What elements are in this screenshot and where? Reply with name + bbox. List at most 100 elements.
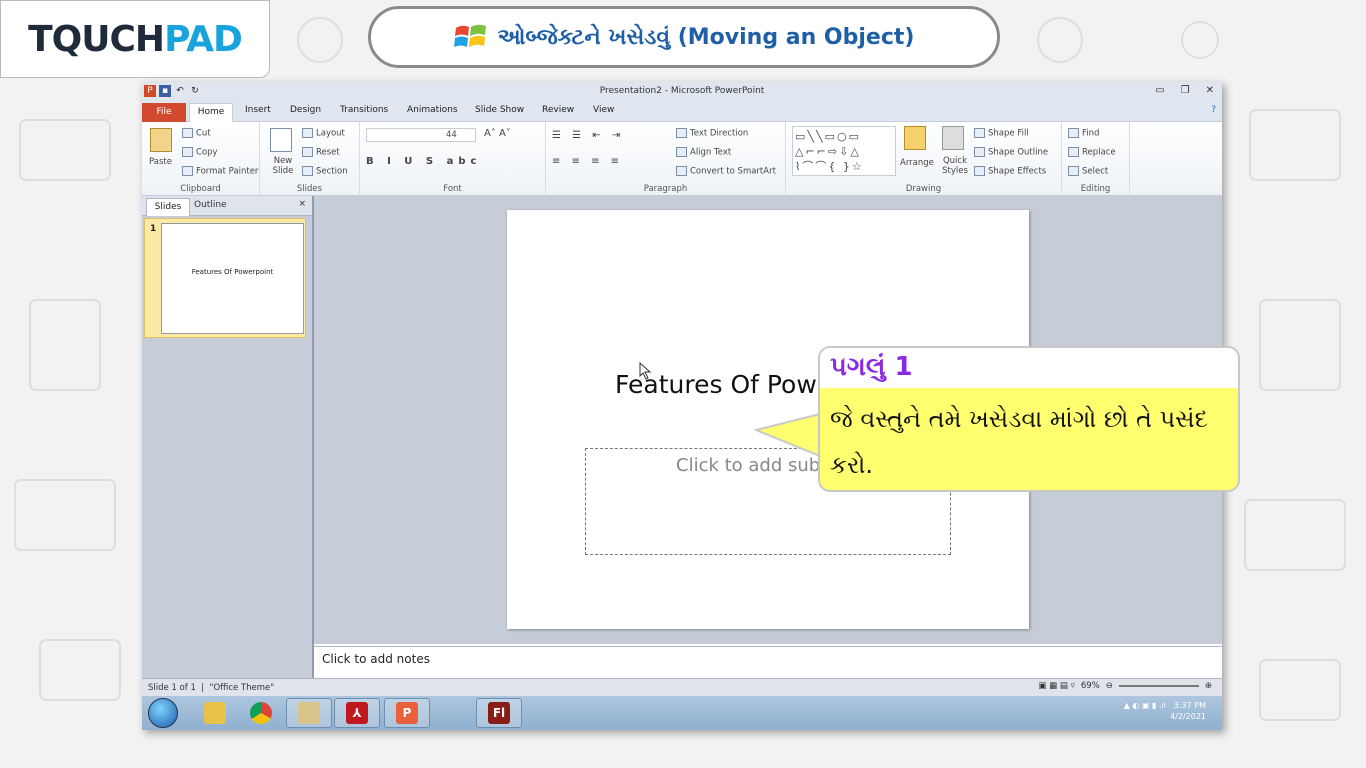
title-bar: P ▪ ↶ ↻ Presentation2 - Microsoft PowerP… — [142, 82, 1222, 102]
paste-icon[interactable] — [150, 128, 172, 152]
minimize-icon[interactable]: ▭ — [1155, 85, 1164, 96]
tab-file[interactable]: File — [142, 103, 186, 122]
files-icon — [298, 702, 320, 724]
brush-icon — [182, 166, 193, 176]
tab-design[interactable]: Design — [290, 105, 321, 115]
cut-button[interactable]: Cut — [182, 128, 211, 139]
clipboard-label: Clipboard — [180, 184, 221, 194]
windows-flag-icon — [453, 24, 486, 47]
tab-view[interactable]: View — [593, 105, 614, 115]
powerpoint-icon: P — [396, 702, 418, 724]
quick-styles-icon[interactable] — [942, 126, 964, 150]
restore-icon[interactable]: ❐ — [1181, 85, 1190, 96]
paragraph-group: ☰ ☰ ⇤ ⇥ ≡ ≡ ≡ ≡ Text Direction Align Tex… — [546, 122, 786, 196]
format-painter-button[interactable]: Format Painter — [182, 166, 258, 177]
tab-animations[interactable]: Animations — [407, 105, 458, 115]
windows-taskbar: ⅄ P Fl ▲ ◐ ▣ ▮ .ıl 3:37 PM 4/2/2021 — [142, 696, 1222, 730]
font-format-buttons[interactable]: B I U S abc — [366, 156, 481, 167]
lesson-title: ઓબ્જેક્ટને ખસેડવું (Moving an Object) — [497, 24, 915, 50]
binoculars-icon — [1068, 128, 1079, 138]
notes-pane[interactable]: Click to add notes — [314, 646, 1222, 678]
bullets-numbering[interactable]: ☰ ☰ ⇤ ⇥ — [552, 130, 624, 141]
tab-home[interactable]: Home — [189, 103, 233, 123]
paragraph-label: Paragraph — [643, 184, 688, 194]
new-slide-icon[interactable] — [270, 128, 292, 152]
tab-review[interactable]: Review — [542, 105, 574, 115]
layout-button[interactable]: Layout — [302, 128, 345, 139]
tab-slides[interactable]: Slides — [146, 198, 190, 216]
clock-date[interactable]: 4/2/2021 — [1170, 711, 1206, 722]
status-bar: Slide 1 of 1 | "Office Theme" ▣ ▦ ▤ ▿ 69… — [142, 678, 1222, 696]
zoom-level[interactable]: 69% — [1081, 681, 1100, 691]
view-buttons[interactable]: ▣ ▦ ▤ ▿ — [1038, 681, 1074, 691]
slide-thumbnail[interactable]: Features Of Powerpoint — [161, 223, 304, 334]
text-direction-button[interactable]: Text Direction — [676, 128, 748, 139]
find-button[interactable]: Find — [1068, 128, 1099, 139]
window-title: Presentation2 - Microsoft PowerPoint — [599, 86, 765, 96]
zoom-slider[interactable] — [1118, 685, 1199, 687]
ribbon-tabs: File Home Insert Design Transitions Anim… — [142, 102, 1222, 123]
shape-outline-button[interactable]: Shape Outline — [974, 147, 1048, 158]
callout-pointer — [754, 412, 824, 458]
taskbar-powerpoint[interactable]: P — [384, 698, 430, 728]
panel-close-icon[interactable]: × — [298, 199, 306, 209]
align-text-button[interactable]: Align Text — [676, 147, 731, 158]
font-size-box[interactable]: 44 — [446, 130, 457, 140]
convert-smartart-button[interactable]: Convert to SmartArt — [676, 166, 776, 177]
clock-time[interactable]: 3:37 PM — [1170, 700, 1206, 711]
font-name-box[interactable] — [366, 128, 476, 142]
shape-effects-button[interactable]: Shape Effects — [974, 166, 1046, 177]
editing-label: Editing — [1080, 184, 1111, 194]
slide-thumbnail-item[interactable]: 1 Features Of Powerpoint — [144, 218, 306, 338]
copy-button[interactable]: Copy — [182, 147, 218, 158]
shapes-gallery[interactable]: ▭╲╲▭○▭ △⌐⌐⇨⇩△ ⌇⌒⌒{ }☆ — [792, 126, 896, 176]
grow-shrink-font[interactable]: A˄ A˅ — [484, 128, 511, 139]
text-direction-icon — [676, 128, 687, 138]
section-button[interactable]: Section — [302, 166, 348, 177]
step-instruction: જે વસ્તુને તમે ખસેડવા માંગો છો તે પસંદ ક… — [830, 405, 1209, 479]
new-slide-button[interactable]: New Slide — [266, 156, 300, 176]
tab-insert[interactable]: Insert — [245, 105, 271, 115]
slides-panel: Slides Outline × 1 Features Of Powerpoin… — [142, 196, 312, 678]
font-label: Font — [443, 184, 462, 194]
shape-fill-button[interactable]: Shape Fill — [974, 128, 1029, 139]
tab-slide-show[interactable]: Slide Show — [475, 105, 524, 115]
reset-button[interactable]: Reset — [302, 147, 340, 158]
copy-icon — [182, 147, 193, 157]
align-text-icon — [676, 147, 687, 157]
flash-icon: Fl — [488, 702, 510, 724]
drawing-group: ▭╲╲▭○▭ △⌐⌐⇨⇩△ ⌇⌒⌒{ }☆ Arrange Quick Styl… — [786, 122, 1062, 196]
editing-group: Find Replace Select Editing — [1062, 122, 1130, 196]
replace-icon — [1068, 147, 1079, 157]
folder-icon — [204, 702, 226, 724]
zoom-in-icon[interactable]: ⊕ — [1205, 681, 1212, 691]
zoom-out-icon[interactable]: ⊖ — [1106, 681, 1113, 691]
help-icon[interactable]: ? — [1211, 105, 1216, 115]
quick-styles-button[interactable]: Quick Styles — [940, 156, 970, 176]
tab-transitions[interactable]: Transitions — [340, 105, 388, 115]
paste-button[interactable]: Paste — [149, 157, 172, 167]
select-button[interactable]: Select — [1068, 166, 1108, 177]
arrange-icon[interactable] — [904, 126, 926, 150]
arrange-button[interactable]: Arrange — [900, 158, 934, 168]
smartart-icon — [676, 166, 687, 176]
step-heading: પગલું 1 — [820, 348, 1238, 388]
taskbar-flash[interactable]: Fl — [476, 698, 522, 728]
slide-number: 1 — [150, 224, 157, 234]
taskbar-explorer[interactable] — [192, 698, 238, 728]
taskbar-files[interactable] — [286, 698, 332, 728]
replace-button[interactable]: Replace — [1068, 147, 1116, 158]
section-icon — [302, 166, 313, 176]
start-button[interactable] — [148, 698, 178, 728]
font-group: 44 A˄ A˅ B I U S abc Font — [360, 122, 546, 196]
tab-outline[interactable]: Outline — [194, 200, 227, 210]
chrome-icon — [250, 702, 272, 724]
alignment-buttons[interactable]: ≡ ≡ ≡ ≡ — [552, 156, 623, 167]
zoom-controls: ▣ ▦ ▤ ▿ 69% ⊖ ⊕ — [1038, 681, 1212, 691]
close-icon[interactable]: ✕ — [1206, 85, 1214, 96]
window-controls: ▭ ❐ ✕ — [1155, 85, 1214, 96]
taskbar-chrome[interactable] — [238, 698, 284, 728]
taskbar-acrobat[interactable]: ⅄ — [334, 698, 380, 728]
tray-icons[interactable]: ▲ ◐ ▣ ▮ .ıl — [1124, 701, 1166, 710]
acrobat-icon: ⅄ — [346, 702, 368, 724]
